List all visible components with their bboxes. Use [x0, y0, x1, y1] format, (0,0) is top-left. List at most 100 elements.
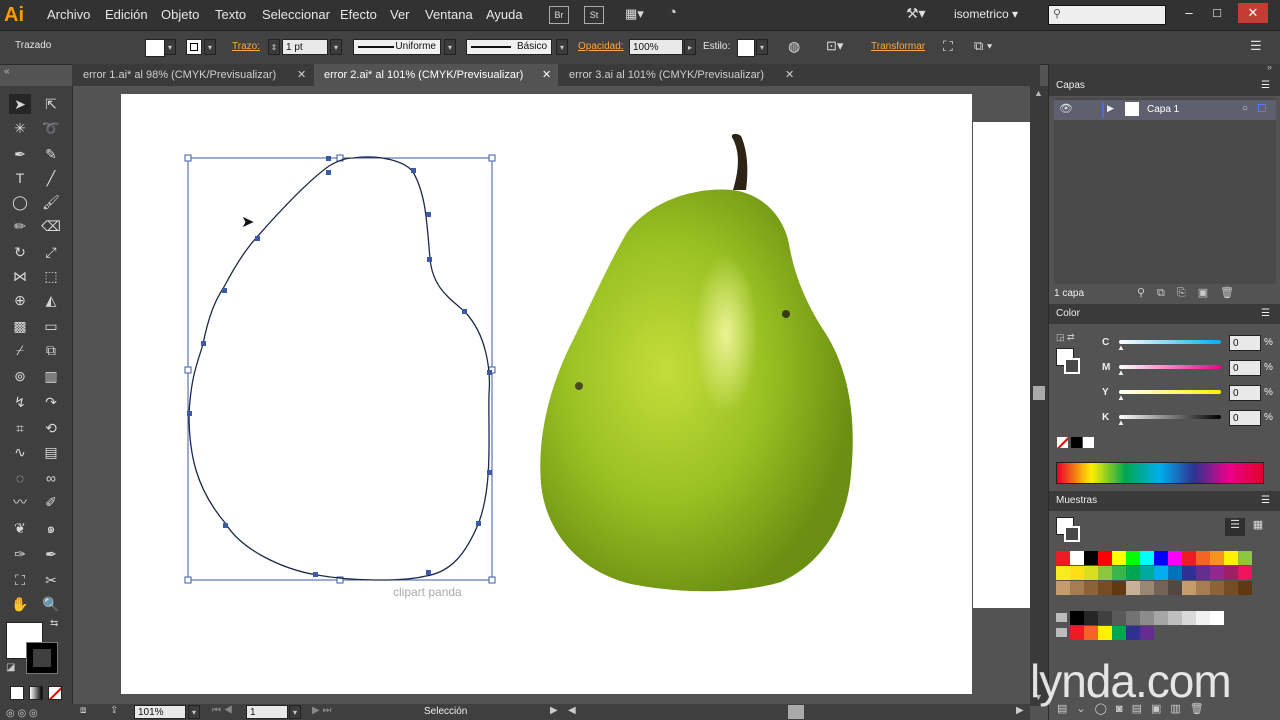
panel-menu-icon[interactable]: ☰: [1261, 76, 1270, 96]
graphic-style-swatch[interactable]: [737, 39, 755, 57]
pear-image[interactable]: [540, 133, 853, 592]
paintbrush-tool-icon[interactable]: 🖌: [40, 192, 62, 212]
swatch[interactable]: [1140, 626, 1154, 640]
swatch[interactable]: [1056, 566, 1070, 580]
stroke-weight-dropdown[interactable]: ▾: [330, 39, 342, 55]
menu-efecto[interactable]: Efecto: [340, 7, 377, 22]
swatch[interactable]: [1084, 626, 1098, 640]
swatch[interactable]: [1210, 611, 1224, 625]
profile-dropdown[interactable]: ▾: [444, 39, 456, 55]
scale-tool-icon[interactable]: ⤢: [40, 242, 62, 262]
list-view-icon[interactable]: ☰: [1225, 518, 1245, 536]
live-paint-tool-icon[interactable]: ✐: [40, 492, 62, 512]
share-icon[interactable]: ⇪: [110, 705, 118, 716]
swatch[interactable]: [1098, 581, 1112, 595]
swatch[interactable]: [1210, 581, 1224, 595]
ellipse-tool-icon[interactable]: ◯: [9, 192, 31, 212]
scroll-right-icon[interactable]: ▶: [1016, 705, 1024, 716]
swatches-panel-title[interactable]: Muestras: [1056, 495, 1097, 506]
layer-row[interactable]: 👁 ▶ Capa 1 ○: [1054, 100, 1276, 120]
panel-menu-icon[interactable]: ☰: [1261, 304, 1270, 324]
close-window-button[interactable]: ✕: [1238, 3, 1268, 23]
type-tool-icon[interactable]: T: [9, 168, 31, 188]
artboard-number-field[interactable]: 1: [246, 705, 288, 719]
maximize-button[interactable]: □: [1202, 3, 1232, 23]
swatch[interactable]: [1168, 551, 1182, 565]
stroke-weight-field[interactable]: 1 pt: [282, 39, 328, 55]
knife-tool-icon[interactable]: ∿: [9, 442, 31, 462]
gradient-mode-icon[interactable]: [29, 686, 43, 700]
warp-tool-icon[interactable]: ❦: [9, 518, 31, 538]
opacity-arrow[interactable]: ▸: [684, 39, 696, 55]
shape-builder-tool-icon[interactable]: ⊕: [9, 290, 31, 310]
layer-name[interactable]: Capa 1: [1147, 104, 1179, 115]
symbol-sprayer-tool-icon[interactable]: ⊚: [9, 366, 31, 386]
swatch[interactable]: [1070, 581, 1084, 595]
zoom-dropdown[interactable]: ▾: [188, 705, 200, 719]
curvature-tool-icon[interactable]: ✎: [40, 144, 62, 164]
black-color-swatch[interactable]: [1071, 437, 1082, 448]
selected-path[interactable]: [188, 156, 491, 581]
brush-tool-icon[interactable]: ✑: [9, 544, 31, 564]
swatch[interactable]: [1196, 611, 1210, 625]
swatch[interactable]: [1070, 566, 1084, 580]
shaper-tool-icon[interactable]: ∞: [40, 468, 62, 488]
brush-dropdown[interactable]: ▾: [556, 39, 568, 55]
swatch[interactable]: [1098, 551, 1112, 565]
swatch[interactable]: [1238, 581, 1252, 595]
swatch[interactable]: [1140, 581, 1154, 595]
gradient-tool-icon[interactable]: ▭: [40, 316, 62, 336]
slice-tool-icon[interactable]: ⟲: [40, 418, 62, 438]
swatch[interactable]: [1084, 581, 1098, 595]
artboard-dropdown[interactable]: ▾: [289, 705, 301, 719]
stock-button[interactable]: St: [584, 6, 604, 24]
opacity-label[interactable]: Opacidad:: [578, 41, 624, 52]
menu-archivo[interactable]: Archivo: [47, 7, 90, 22]
menu-ventana[interactable]: Ventana: [425, 7, 473, 22]
horizontal-scroll-thumb[interactable]: [788, 705, 804, 719]
reshape-tool-icon[interactable]: ↷: [40, 392, 62, 412]
control-panel-menu-icon[interactable]: ☰: [1250, 38, 1268, 56]
swatch[interactable]: [1070, 611, 1084, 625]
swatch[interactable]: [1168, 581, 1182, 595]
channel-slider[interactable]: [1119, 415, 1221, 419]
swatch[interactable]: [1070, 626, 1084, 640]
direct-selection-tool-icon[interactable]: ⇱: [40, 94, 62, 114]
brush-definition[interactable]: Básico: [466, 39, 552, 55]
swatch[interactable]: [1196, 551, 1210, 565]
panel-menu-icon[interactable]: ☰: [1261, 491, 1270, 511]
none-color-swatch[interactable]: [1057, 437, 1068, 448]
slider-handle-icon[interactable]: ▲: [1117, 418, 1125, 427]
swatch[interactable]: [1182, 611, 1196, 625]
swatch[interactable]: [1126, 566, 1140, 580]
swap-fill-stroke-icon[interactable]: ⇆: [50, 618, 58, 629]
puppet-warp-tool-icon[interactable]: ↯: [9, 392, 31, 412]
help-search-input[interactable]: ⚲: [1048, 5, 1166, 25]
swatch[interactable]: [1126, 626, 1140, 640]
anchor-points[interactable]: [187, 156, 492, 577]
free-transform-tool-icon[interactable]: ⬚: [40, 266, 62, 286]
arrange-documents-icon[interactable]: ▦▾: [625, 6, 649, 22]
color-spectrum-ramp[interactable]: [1056, 462, 1264, 484]
bridge-button[interactable]: Br: [549, 6, 569, 24]
zoom-field[interactable]: 101%: [134, 705, 186, 719]
menu-texto[interactable]: Texto: [215, 7, 246, 22]
slider-handle-icon[interactable]: ▲: [1117, 368, 1125, 377]
stroke-weight-stepper[interactable]: ⇕: [268, 39, 280, 55]
variable-width-profile[interactable]: Uniforme: [353, 39, 441, 55]
close-icon[interactable]: ✕: [785, 64, 794, 86]
workspace-switcher[interactable]: isometrico ▾: [954, 7, 1018, 21]
chart-tool-icon[interactable]: ▤: [40, 442, 62, 462]
expand-triangle-icon[interactable]: ▶: [1107, 103, 1114, 114]
pencil-tool-icon[interactable]: ✏: [9, 216, 31, 236]
arrange-icon[interactable]: ⧉ ▾: [974, 38, 1004, 56]
transform-link[interactable]: Transformar: [871, 41, 925, 52]
slider-handle-icon[interactable]: ▲: [1117, 393, 1125, 402]
stroke-label[interactable]: Trazo:: [232, 41, 260, 52]
tab-error-1[interactable]: error 1.ai* al 98% (CMYK/Previsualizar) …: [73, 64, 313, 86]
scroll-up-icon[interactable]: ▲: [1034, 88, 1043, 98]
menu-ver[interactable]: Ver: [390, 7, 410, 22]
style-dropdown[interactable]: ▾: [756, 39, 768, 55]
scroll-left-icon[interactable]: ◀: [568, 705, 576, 716]
mesh-tool-icon[interactable]: ▩: [9, 316, 31, 336]
